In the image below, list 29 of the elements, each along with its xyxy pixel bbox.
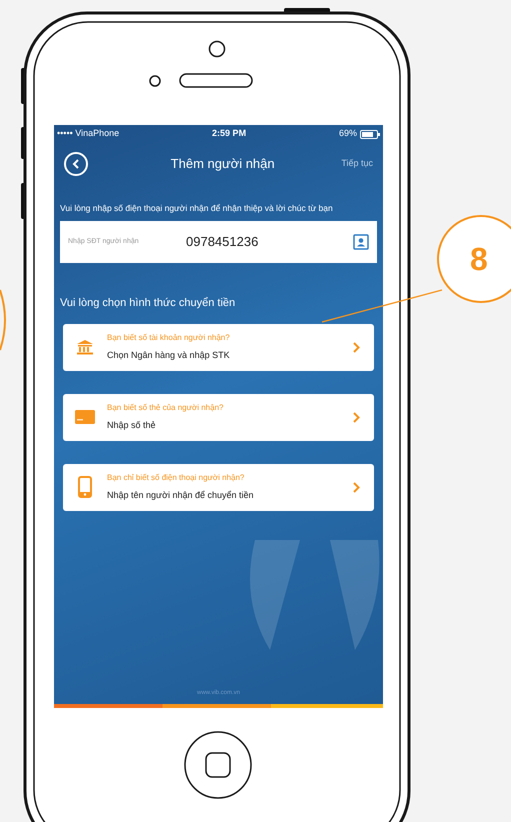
transfer-option-card[interactable]: Bạn chỉ biết số điện thoại người nhận? Nhập tên người nhận để chuyển tiền <box>63 464 374 510</box>
option-action: Nhập số thẻ <box>107 418 157 432</box>
instruction-text: Vui lòng nhập số điện thoại người nhận để nhận thiệp và lời chúc từ bạn <box>59 203 334 213</box>
status-time: 2:59 PM <box>212 127 246 140</box>
option-action: Nhập tên người nhận để chuyển tiền <box>107 488 255 502</box>
bank-icon <box>76 339 94 355</box>
transfer-option-card[interactable]: Bạn biết số tài khoản người nhận? Chọn Ngân hàng và nhập STK <box>63 324 374 370</box>
option-question: Bạn biết số tài khoản người nhận? <box>107 332 231 344</box>
phone-number-value: 0978451236 <box>186 233 260 252</box>
option-question: Bạn biết số thẻ của người nhận? <box>107 402 224 414</box>
smartphone-icon <box>78 476 92 498</box>
card-icon <box>75 410 95 424</box>
battery-text: 69% <box>338 127 357 140</box>
battery-icon <box>360 130 380 138</box>
back-button[interactable] <box>64 152 88 176</box>
option-action: Chọn Ngân hàng và nhập STK <box>107 348 231 362</box>
callout-circle-drawing <box>0 288 6 352</box>
chevron-right-icon <box>353 412 360 422</box>
option-question: Bạn chỉ biết số điện thoại người nhận? <box>107 472 246 484</box>
contacts-icon[interactable] <box>353 234 369 250</box>
continue-button[interactable]: Tiếp tục <box>341 157 373 171</box>
callout-number: 8 <box>437 215 511 303</box>
chevron-right-icon <box>353 482 360 492</box>
transfer-option-card[interactable]: Bạn biết số thẻ của người nhận? Nhập số thẻ <box>63 394 374 440</box>
chevron-right-icon <box>353 342 360 352</box>
section-title: Vui lòng chọn hình thức chuyển tiền <box>59 296 236 311</box>
screen-title: Thêm người nhận <box>170 155 276 174</box>
chevron-left-icon <box>72 159 80 169</box>
carrier-text: ••••• VinaPhone <box>57 127 120 140</box>
